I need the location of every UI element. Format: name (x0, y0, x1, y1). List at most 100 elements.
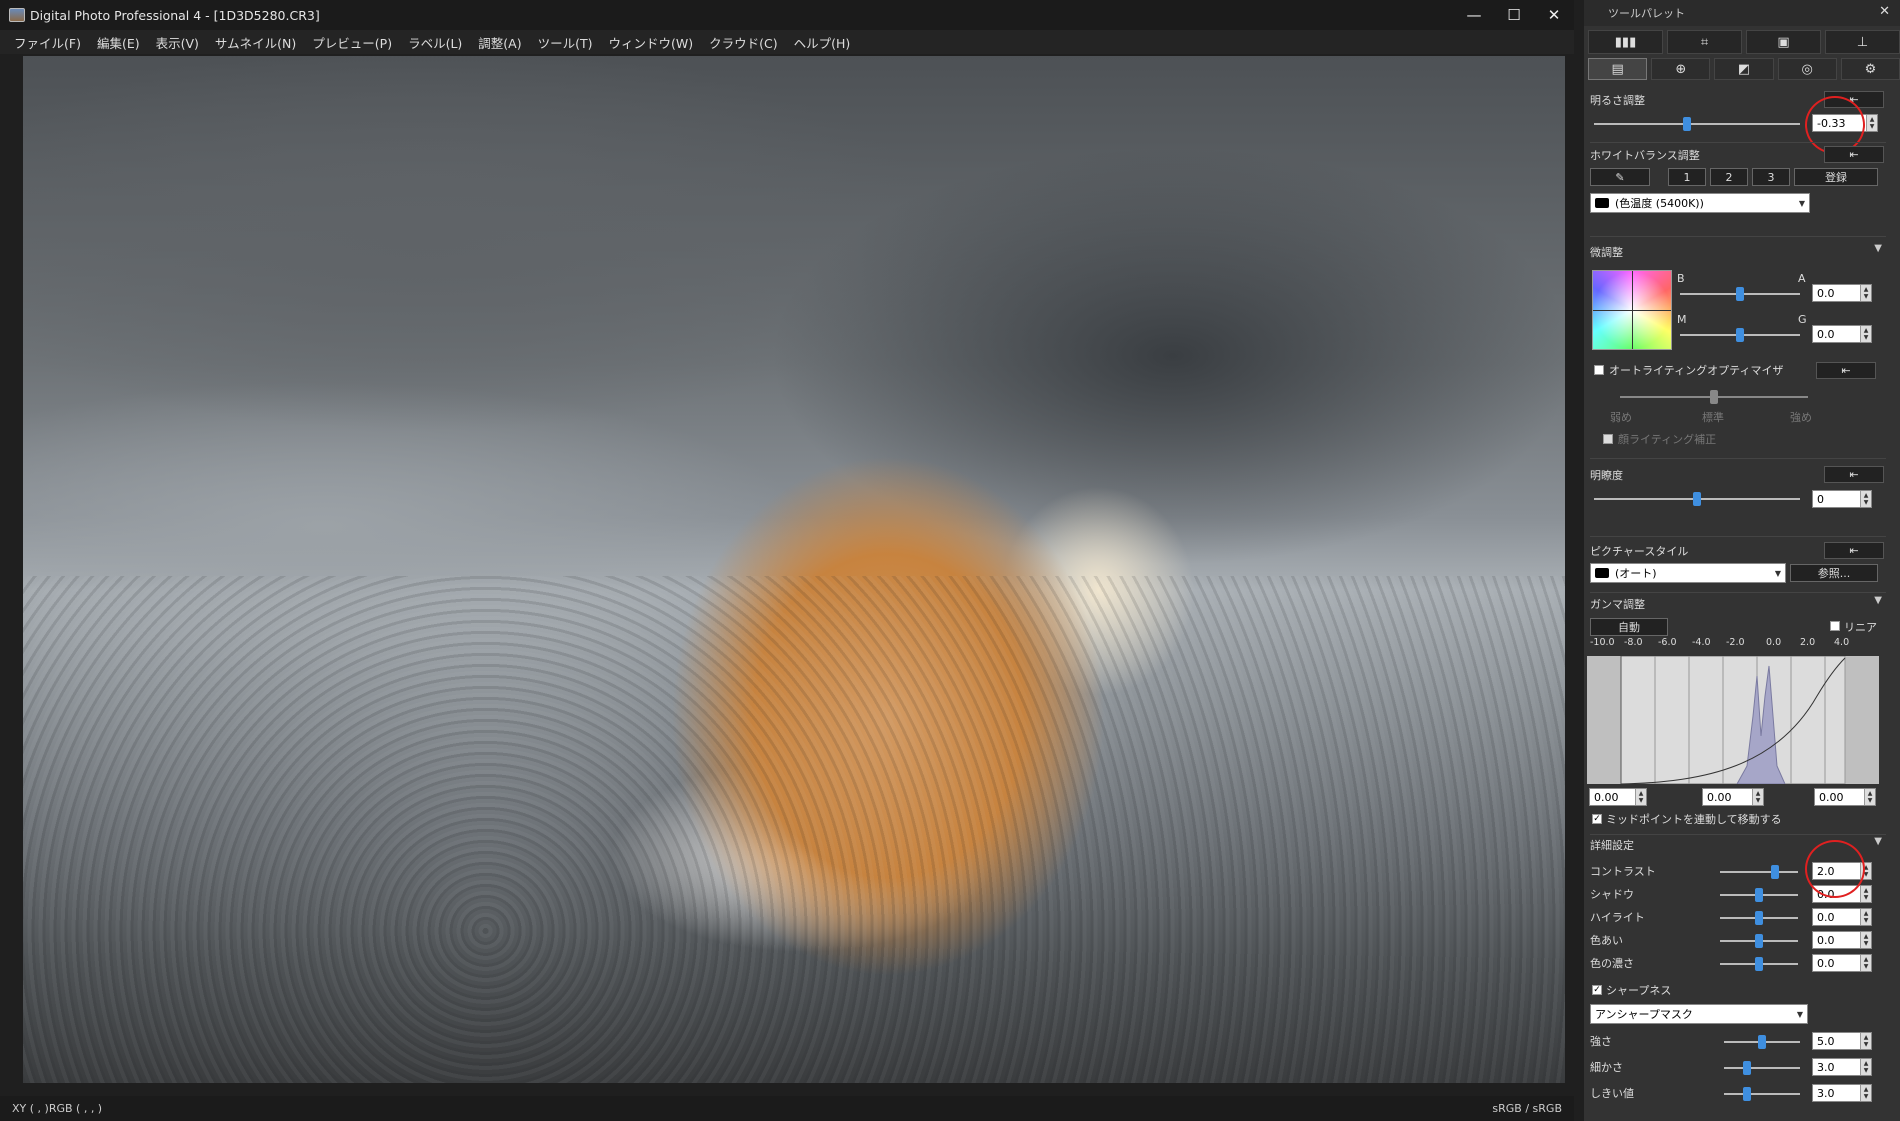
minimize-button[interactable]: — (1454, 0, 1494, 30)
subtab-settings-icon[interactable]: ⚙ (1840, 58, 1900, 80)
sharpness-input[interactable]: 3.0 ▲ ▼ (1812, 1084, 1872, 1102)
spin-arrows-icon[interactable]: ▲ ▼ (1860, 1033, 1871, 1049)
spin-arrows-icon[interactable]: ▲ ▼ (1860, 932, 1871, 948)
alo-checkbox[interactable] (1594, 365, 1604, 375)
clarity-slider[interactable] (1594, 492, 1800, 506)
detail-input[interactable]: 0.0 ▲ ▼ (1812, 931, 1872, 949)
alo-thumb[interactable] (1710, 390, 1718, 404)
wb-slot-2[interactable]: 2 (1710, 168, 1748, 186)
menu-tools[interactable]: ツール(T) (538, 33, 593, 52)
detail-slider[interactable] (1720, 957, 1798, 971)
wb-select[interactable]: (色温度 (5400K)) ▼ (1590, 193, 1810, 213)
sharpness-thumb[interactable] (1758, 1035, 1766, 1049)
midpoint-checkbox[interactable]: ✓ (1592, 814, 1602, 824)
mg-thumb[interactable] (1736, 328, 1744, 342)
menu-thumbnail[interactable]: サムネイル(N) (215, 33, 296, 52)
collapse-chevron-icon[interactable]: ▼ (1874, 595, 1882, 606)
picture-style-select[interactable]: (オート) ▼ (1590, 563, 1786, 583)
spin-arrows-icon[interactable]: ▲ ▼ (1860, 1085, 1871, 1101)
mg-slider[interactable] (1680, 328, 1800, 342)
wb-slot-3[interactable]: 3 (1752, 168, 1790, 186)
brightness-slider[interactable] (1594, 117, 1800, 131)
menu-preview[interactable]: プレビュー(P) (312, 33, 392, 52)
subtab-color-icon[interactable]: ◎ (1777, 58, 1837, 80)
spin-arrows-icon[interactable]: ▲ ▼ (1864, 789, 1875, 805)
gamma-auto-button[interactable]: 自動 (1590, 618, 1668, 636)
picture-style-browse-button[interactable]: 参照... (1790, 564, 1878, 582)
spin-arrows-icon[interactable]: ▲ ▼ (1860, 955, 1871, 971)
sharpness-slider[interactable] (1724, 1087, 1800, 1101)
detail-thumb[interactable] (1755, 911, 1763, 925)
palette-close-icon[interactable]: ✕ (1879, 4, 1890, 19)
detail-thumb[interactable] (1755, 888, 1763, 902)
linear-checkbox[interactable] (1830, 621, 1840, 631)
alo-slider[interactable] (1620, 390, 1808, 404)
sharpness-slider[interactable] (1724, 1061, 1800, 1075)
sharpness-input[interactable]: 3.0 ▲ ▼ (1812, 1058, 1872, 1076)
detail-thumb[interactable] (1755, 934, 1763, 948)
alo-reset-icon[interactable]: ⇤ (1816, 362, 1876, 379)
sharpness-input[interactable]: 5.0 ▲ ▼ (1812, 1032, 1872, 1050)
detail-thumb[interactable] (1755, 957, 1763, 971)
detail-slider[interactable] (1720, 888, 1798, 902)
subtab-lens-icon[interactable]: ⊕ (1651, 58, 1711, 80)
detail-input[interactable]: 0.0 ▲ ▼ (1812, 954, 1872, 972)
menu-window[interactable]: ウィンドウ(W) (609, 33, 694, 52)
wb-eyedropper-button[interactable]: ✎ (1590, 168, 1650, 186)
sharpness-thumb[interactable] (1742, 1061, 1751, 1075)
detail-slider[interactable] (1720, 911, 1798, 925)
gamma-input-1[interactable]: 0.00 ▲ ▼ (1589, 788, 1647, 806)
collapse-chevron-icon[interactable]: ▼ (1874, 243, 1882, 254)
gamma-input-2[interactable]: 0.00 ▲ ▼ (1702, 788, 1764, 806)
wb-reset-icon[interactable]: ⇤ (1824, 146, 1884, 163)
tab-basic-icon[interactable]: ▮▮▮ (1588, 30, 1663, 54)
brightness-thumb[interactable] (1682, 117, 1691, 131)
sharpness-thumb[interactable] (1742, 1087, 1751, 1101)
menu-view[interactable]: 表示(V) (156, 33, 199, 52)
ba-thumb[interactable] (1736, 287, 1744, 301)
clarity-thumb[interactable] (1693, 492, 1701, 506)
color-wheel[interactable] (1592, 270, 1672, 350)
gamma-input-3[interactable]: 0.00 ▲ ▼ (1814, 788, 1876, 806)
wb-register-button[interactable]: 登録 (1794, 168, 1878, 186)
sharpness-checkbox[interactable]: ✓ (1592, 985, 1602, 995)
menu-label[interactable]: ラベル(L) (408, 33, 462, 52)
spin-arrows-icon[interactable]: ▲ ▼ (1860, 326, 1871, 342)
spin-arrows-icon[interactable]: ▲ ▼ (1752, 789, 1763, 805)
face-checkbox[interactable] (1603, 434, 1613, 444)
spin-arrows-icon[interactable]: ▲ ▼ (1860, 886, 1871, 902)
menu-help[interactable]: ヘルプ(H) (794, 33, 851, 52)
spin-arrows-icon[interactable]: ▲ ▼ (1860, 1059, 1871, 1075)
detail-slider[interactable] (1720, 934, 1798, 948)
mg-input[interactable]: 0.0 ▲ ▼ (1812, 325, 1872, 343)
tab-crop-icon[interactable]: ⌗ (1667, 30, 1742, 54)
sharpness-slider[interactable] (1724, 1035, 1800, 1049)
image-preview[interactable] (23, 56, 1565, 1083)
detail-input[interactable]: 0.0 ▲ ▼ (1812, 908, 1872, 926)
tab-dust-icon[interactable]: ▣ (1746, 30, 1821, 54)
collapse-chevron-icon[interactable]: ▼ (1874, 836, 1882, 847)
subtab-curve-icon[interactable]: ◩ (1714, 58, 1774, 80)
gamma-histogram[interactable] (1587, 656, 1879, 784)
ba-input[interactable]: 0.0 ▲ ▼ (1812, 284, 1872, 302)
wb-slot-1[interactable]: 1 (1668, 168, 1706, 186)
sharpness-select[interactable]: アンシャープマスク ▼ (1590, 1004, 1808, 1024)
spin-arrows-icon[interactable]: ▲ ▼ (1866, 115, 1877, 131)
tab-stamp-icon[interactable]: ⊥ (1825, 30, 1900, 54)
spin-arrows-icon[interactable]: ▲ ▼ (1860, 491, 1871, 507)
menu-file[interactable]: ファイル(F) (14, 33, 81, 52)
clarity-reset-icon[interactable]: ⇤ (1824, 466, 1884, 483)
maximize-button[interactable]: ☐ (1494, 0, 1534, 30)
spin-arrows-icon[interactable]: ▲ ▼ (1860, 285, 1871, 301)
menu-cloud[interactable]: クラウド(C) (709, 33, 777, 52)
spin-arrows-icon[interactable]: ▲ ▼ (1635, 789, 1646, 805)
spin-arrows-icon[interactable]: ▲ ▼ (1860, 909, 1871, 925)
ba-slider[interactable] (1680, 287, 1800, 301)
picture-style-reset-icon[interactable]: ⇤ (1824, 542, 1884, 559)
menu-adjust[interactable]: 調整(A) (478, 33, 521, 52)
subtab-basic-icon[interactable]: ▤ (1588, 58, 1648, 80)
clarity-input[interactable]: 0 ▲ ▼ (1812, 490, 1872, 508)
detail-slider[interactable] (1720, 865, 1798, 879)
detail-thumb[interactable] (1770, 865, 1779, 879)
close-button[interactable]: ✕ (1534, 0, 1574, 30)
